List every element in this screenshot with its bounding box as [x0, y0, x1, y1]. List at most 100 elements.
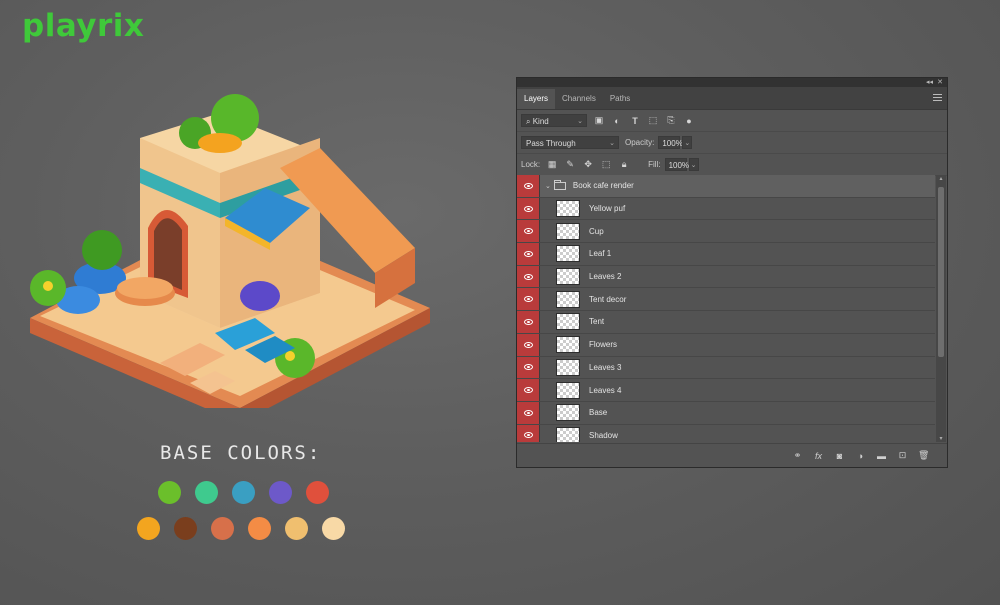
- layer-row[interactable]: Leaves 4: [517, 379, 935, 402]
- visibility-toggle[interactable]: [517, 379, 540, 401]
- lock-label: Lock:: [521, 160, 541, 169]
- chevron-down-icon[interactable]: ⌄: [545, 182, 551, 190]
- layer-row[interactable]: Tent: [517, 311, 935, 334]
- layer-thumbnail: [556, 358, 580, 376]
- opacity-input[interactable]: 100%: [658, 136, 683, 149]
- eye-icon: [523, 341, 533, 348]
- visibility-toggle[interactable]: [517, 356, 540, 379]
- layer-thumbnail: [556, 222, 580, 240]
- layer-row[interactable]: Base: [517, 401, 935, 425]
- opacity-dropdown-icon[interactable]: ⌄: [682, 136, 693, 149]
- color-swatch: [269, 481, 292, 504]
- lock-transparent-icon[interactable]: ▦: [546, 159, 558, 170]
- layer-row[interactable]: Leaves 2: [517, 265, 935, 289]
- layer-row[interactable]: Yellow puf: [517, 197, 935, 221]
- layers-list: ⌄ Book cafe render Yellow puf Cup Leaf 1 Le…: [517, 175, 935, 442]
- link-icon[interactable]: ⚭: [792, 450, 803, 461]
- tab-paths[interactable]: Paths: [603, 89, 637, 109]
- layer-thumbnail: [556, 404, 580, 422]
- tab-layers[interactable]: Layers: [517, 89, 556, 109]
- fill-input[interactable]: 100%: [664, 158, 689, 171]
- eye-icon: [523, 182, 533, 189]
- layer-thumbnail: [556, 290, 580, 308]
- blend-mode-select[interactable]: Pass Through ⌄: [521, 136, 619, 149]
- layer-name: Leaves 4: [589, 385, 622, 395]
- layer-name: Yellow puf: [589, 204, 626, 214]
- chevron-down-icon: ⌄: [609, 140, 615, 147]
- visibility-toggle[interactable]: [517, 333, 540, 356]
- folder-icon: [553, 179, 566, 190]
- collapse-icon[interactable]: ◂◂: [926, 78, 933, 87]
- visibility-toggle[interactable]: [517, 220, 540, 243]
- scroll-thumb[interactable]: [938, 187, 944, 357]
- panel-tabs: Layers Channels Paths: [517, 87, 947, 110]
- visibility-toggle[interactable]: [517, 197, 540, 220]
- book-cafe-illustration: [30, 94, 430, 408]
- type-filter-icon[interactable]: T: [629, 116, 641, 126]
- tab-channels[interactable]: Channels: [555, 89, 603, 109]
- panel-titlebar: ◂◂ ✕: [517, 78, 947, 87]
- playrix-logo: playrix: [22, 8, 145, 44]
- layer-row[interactable]: Leaf 1: [517, 243, 935, 266]
- layer-row[interactable]: Cup: [517, 220, 935, 244]
- filter-toggle-icon[interactable]: ●: [683, 116, 695, 126]
- mask-icon[interactable]: ◙: [834, 451, 845, 461]
- layer-name: Cup: [589, 226, 604, 236]
- eye-icon: [523, 432, 533, 439]
- palette-row-2: [137, 517, 345, 540]
- layer-thumbnail: [556, 245, 580, 263]
- visibility-toggle[interactable]: [517, 243, 540, 265]
- visibility-toggle[interactable]: [517, 401, 540, 424]
- layer-name: Leaf 1: [589, 249, 612, 259]
- layer-group-row[interactable]: ⌄ Book cafe render: [517, 175, 935, 198]
- color-swatch: [195, 481, 218, 504]
- color-swatch: [285, 517, 308, 540]
- folder-icon[interactable]: ▬: [876, 451, 887, 461]
- layer-row[interactable]: Tent decor: [517, 288, 935, 312]
- blend-mode-value: Pass Through: [526, 139, 576, 148]
- eye-icon: [523, 205, 533, 212]
- layer-name: Tent: [589, 317, 605, 327]
- fx-icon[interactable]: fx: [813, 451, 824, 461]
- fill-label: Fill:: [648, 160, 661, 169]
- adjustment-filter-icon[interactable]: ◐: [611, 116, 623, 126]
- visibility-toggle[interactable]: [517, 424, 540, 442]
- fill-dropdown-icon[interactable]: ⌄: [688, 158, 699, 171]
- adjustment-icon[interactable]: ◑: [855, 451, 866, 461]
- layer-row[interactable]: Shadow: [517, 424, 935, 442]
- layers-panel: ◂◂ ✕ Layers Channels Paths ⌕ Kind ⌄ ▣ ◐ …: [516, 77, 948, 468]
- visibility-toggle[interactable]: [517, 311, 540, 333]
- layer-thumbnail: [556, 268, 580, 286]
- close-icon[interactable]: ✕: [937, 78, 943, 87]
- layer-row[interactable]: Flowers: [517, 333, 935, 357]
- color-swatch: [137, 517, 160, 540]
- color-swatch: [211, 517, 234, 540]
- trash-icon[interactable]: 🗑︎: [918, 450, 929, 461]
- layer-row[interactable]: Leaves 3: [517, 356, 935, 380]
- visibility-toggle[interactable]: [517, 175, 540, 197]
- lock-row: Lock: ▦ ✎ ✥ ⬚ 🔒︎ Fill: 100% ⌄: [517, 154, 947, 176]
- layer-name: Leaves 3: [589, 362, 622, 372]
- image-filter-icon[interactable]: ▣: [593, 115, 605, 126]
- visibility-toggle[interactable]: [517, 288, 540, 311]
- eye-icon: [523, 273, 533, 280]
- color-swatch: [322, 517, 345, 540]
- shape-filter-icon[interactable]: ⬚: [647, 115, 659, 126]
- scroll-up-icon[interactable]: ▴: [936, 175, 946, 182]
- lock-position-icon[interactable]: ✥: [582, 159, 594, 170]
- lock-artboard-icon[interactable]: ⬚: [600, 159, 612, 170]
- filter-kind-select[interactable]: ⌕ Kind ⌄: [521, 114, 587, 127]
- smart-object-filter-icon[interactable]: ⎘: [665, 115, 677, 126]
- layers-scrollbar[interactable]: ▴ ▾: [936, 175, 946, 442]
- eye-icon: [523, 318, 533, 325]
- new-layer-icon[interactable]: ⊡: [897, 450, 908, 461]
- scroll-down-icon[interactable]: ▾: [936, 435, 946, 442]
- lock-all-icon[interactable]: 🔒︎: [618, 159, 630, 170]
- eye-icon: [523, 228, 533, 235]
- panel-footer: ⚭ fx ◙ ◑ ▬ ⊡ 🗑︎: [517, 443, 947, 467]
- panel-menu-icon[interactable]: [933, 92, 942, 103]
- eye-icon: [523, 409, 533, 416]
- color-swatch: [248, 517, 271, 540]
- lock-image-icon[interactable]: ✎: [564, 159, 576, 170]
- visibility-toggle[interactable]: [517, 265, 540, 288]
